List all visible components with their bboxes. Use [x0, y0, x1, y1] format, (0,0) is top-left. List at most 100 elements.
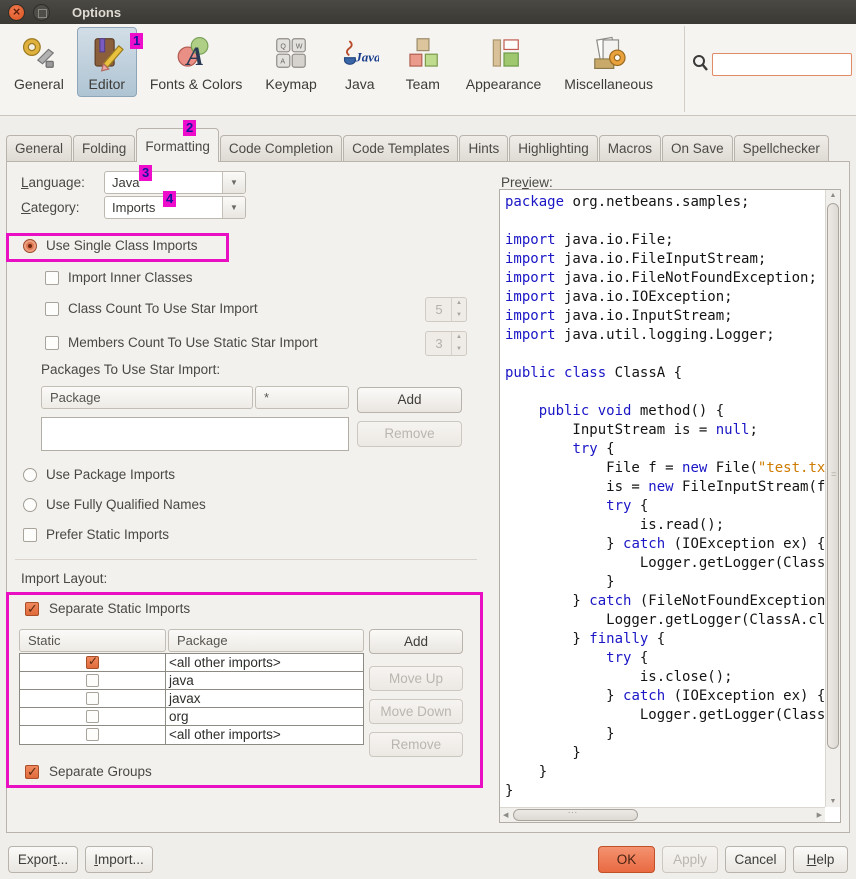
- import-button[interactable]: Import...: [85, 846, 153, 873]
- category-label: Keymap: [265, 76, 316, 92]
- layout-table-row[interactable]: java: [20, 672, 363, 690]
- preview-label: Preview:: [501, 175, 553, 190]
- layout-static-header[interactable]: Static: [19, 629, 166, 652]
- members-count-checkbox[interactable]: [45, 336, 59, 350]
- category-keymap[interactable]: QWAKeymap: [255, 27, 326, 97]
- layout-move-up-button[interactable]: Move Up: [369, 666, 463, 691]
- layout-add-button[interactable]: Add: [369, 629, 463, 654]
- svg-text:W: W: [296, 42, 303, 50]
- section-divider: [15, 559, 477, 560]
- search-input[interactable]: [712, 53, 852, 76]
- scroll-left-icon[interactable]: ◀: [503, 811, 508, 819]
- tab-folding[interactable]: Folding: [73, 135, 135, 162]
- class-count-checkbox[interactable]: [45, 302, 59, 316]
- preview-pane: package org.netbeans.samples; import jav…: [499, 189, 841, 823]
- scroll-down-icon[interactable]: ▼: [826, 798, 840, 805]
- category-fonts-colors[interactable]: AFonts & Colors: [140, 27, 253, 97]
- import-inner-classes-label: Import Inner Classes: [68, 270, 193, 285]
- import-inner-classes-checkbox[interactable]: [45, 271, 59, 285]
- category-general[interactable]: General: [4, 27, 74, 97]
- category-editor[interactable]: Editor: [77, 27, 137, 97]
- chevron-down-icon: ▼: [222, 197, 245, 218]
- static-checkbox[interactable]: [86, 656, 99, 669]
- members-count-spinner[interactable]: 3 ▲▼: [425, 331, 467, 356]
- language-dropdown[interactable]: Java ▼: [104, 171, 246, 194]
- members-count-label: Members Count To Use Static Star Import: [68, 335, 318, 350]
- separate-groups-label: Separate Groups: [49, 764, 152, 779]
- layout-table-row[interactable]: <all other imports>: [20, 726, 363, 744]
- category-dropdown[interactable]: Imports ▼: [104, 196, 246, 219]
- cancel-button[interactable]: Cancel: [725, 846, 786, 873]
- vertical-scroll-thumb[interactable]: [827, 203, 839, 749]
- separate-groups-checkbox[interactable]: [25, 765, 39, 779]
- category-label: Category:: [21, 200, 80, 215]
- export-button[interactable]: Export...: [8, 846, 78, 873]
- category-team[interactable]: Team: [393, 27, 453, 97]
- star-remove-button[interactable]: Remove: [357, 421, 462, 447]
- static-checkbox[interactable]: [86, 692, 99, 705]
- tab-code-completion[interactable]: Code Completion: [220, 135, 342, 162]
- star-import-list[interactable]: [41, 417, 349, 451]
- prefer-static-imports-checkbox[interactable]: [23, 528, 37, 542]
- class-count-spinner[interactable]: 5 ▲▼: [425, 297, 467, 322]
- star-table-star-header[interactable]: *: [255, 386, 349, 409]
- category-label: Java: [345, 76, 375, 92]
- search-icon: [692, 54, 709, 78]
- horizontal-scroll-thumb[interactable]: [513, 809, 638, 821]
- close-button[interactable]: [8, 4, 25, 21]
- layout-remove-button[interactable]: Remove: [369, 732, 463, 757]
- chevron-down-icon: ▼: [222, 172, 245, 193]
- use-fully-qualified-names-radio[interactable]: [23, 498, 37, 512]
- static-checkbox[interactable]: [86, 674, 99, 687]
- star-add-button[interactable]: Add: [357, 387, 462, 413]
- layout-table-row[interactable]: <all other imports>: [20, 654, 363, 672]
- svg-text:Q: Q: [280, 42, 286, 50]
- tab-general[interactable]: General: [6, 135, 72, 162]
- apply-button[interactable]: Apply: [662, 846, 718, 873]
- tab-highlighting[interactable]: Highlighting: [509, 135, 598, 162]
- window-title: Options: [72, 5, 121, 20]
- tab-row: GeneralFoldingFormattingCode CompletionC…: [6, 128, 850, 162]
- static-checkbox[interactable]: [86, 728, 99, 741]
- layout-table-row[interactable]: org: [20, 708, 363, 726]
- preview-vertical-scrollbar[interactable]: ▲ ▼: [825, 190, 840, 807]
- category-label: Team: [406, 76, 440, 92]
- tab-formatting[interactable]: Formatting: [136, 128, 219, 162]
- use-package-imports-radio[interactable]: [23, 468, 37, 482]
- star-table-package-header[interactable]: Package: [41, 386, 253, 409]
- package-cell: <all other imports>: [166, 654, 363, 671]
- spin-up-icon[interactable]: ▲: [452, 298, 466, 310]
- static-checkbox[interactable]: [86, 710, 99, 723]
- spin-up-icon[interactable]: ▲: [452, 332, 466, 344]
- category-appearance[interactable]: Appearance: [456, 27, 552, 97]
- restore-button[interactable]: [33, 4, 50, 21]
- spin-down-icon[interactable]: ▼: [452, 310, 466, 322]
- use-single-class-imports-radio[interactable]: [23, 239, 37, 253]
- ok-button[interactable]: OK: [598, 846, 655, 873]
- import-layout-table: <all other imports>javajavaxorg<all othe…: [19, 653, 364, 745]
- import-layout-label: Import Layout:: [21, 571, 107, 586]
- use-single-class-imports-label: Use Single Class Imports: [46, 238, 198, 253]
- tab-on-save[interactable]: On Save: [662, 135, 733, 162]
- svg-text:Java: Java: [354, 49, 379, 64]
- layout-package-header[interactable]: Package: [168, 629, 364, 652]
- spin-down-icon[interactable]: ▼: [452, 344, 466, 356]
- scroll-up-icon[interactable]: ▲: [826, 192, 840, 199]
- svg-text:A: A: [185, 42, 204, 71]
- separate-static-imports-label: Separate Static Imports: [49, 601, 190, 616]
- layout-move-down-button[interactable]: Move Down: [369, 699, 463, 724]
- tab-macros[interactable]: Macros: [599, 135, 661, 162]
- category-miscellaneous[interactable]: Miscellaneous: [554, 27, 663, 97]
- preview-horizontal-scrollbar[interactable]: ◀ ▶: [500, 807, 825, 822]
- tab-code-templates[interactable]: Code Templates: [343, 135, 458, 162]
- category-value: Imports: [112, 200, 155, 215]
- language-value: Java: [112, 175, 139, 190]
- help-button[interactable]: Help: [793, 846, 848, 873]
- layout-table-row[interactable]: javax: [20, 690, 363, 708]
- language-label: Language:: [21, 175, 85, 190]
- tab-spellchecker[interactable]: Spellchecker: [734, 135, 829, 162]
- scroll-right-icon[interactable]: ▶: [817, 811, 822, 819]
- separate-static-imports-checkbox[interactable]: [25, 602, 39, 616]
- category-java[interactable]: Java Java: [330, 27, 390, 97]
- tab-hints[interactable]: Hints: [459, 135, 508, 162]
